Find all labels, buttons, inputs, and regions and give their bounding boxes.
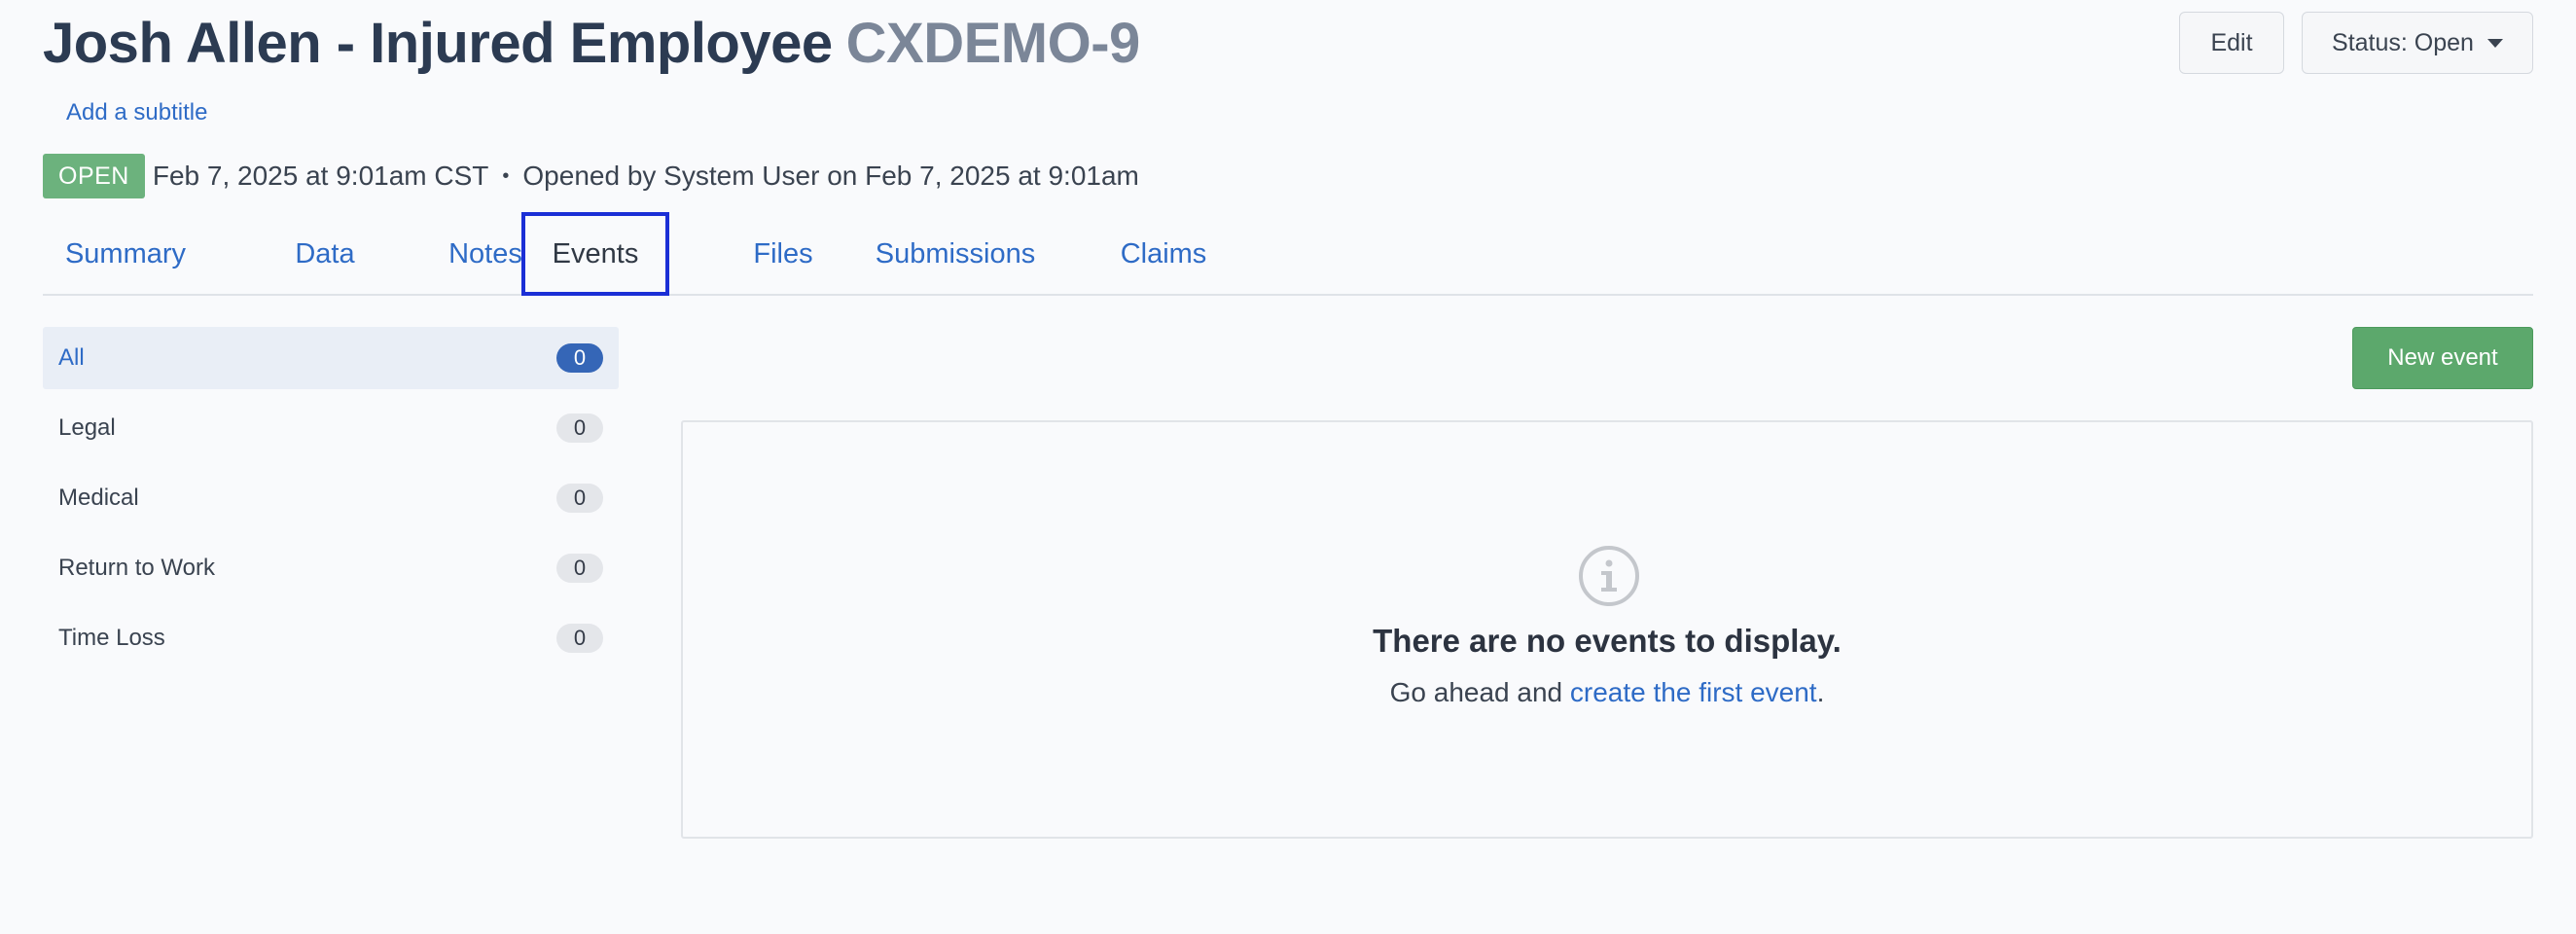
filter-label: All (58, 344, 85, 371)
filter-label: Return to Work (58, 555, 215, 581)
empty-state-prefix: Go ahead and (1389, 677, 1570, 707)
new-event-button-label: New event (2387, 344, 2498, 371)
filter-count: 0 (556, 554, 603, 583)
case-title: Josh Allen - Injured Employee (43, 12, 833, 75)
empty-state-text: Go ahead and create the first event. (683, 677, 2531, 708)
filter-count: 0 (556, 343, 603, 373)
created-timestamp: Feb 7, 2025 at 9:01am CST (152, 161, 489, 191)
case-meta: OPEN Feb 7, 2025 at 9:01am CST • Opened … (43, 154, 1139, 198)
edit-button[interactable]: Edit (2179, 12, 2284, 74)
filter-all[interactable]: All 0 (43, 327, 619, 389)
page-title: Josh Allen - Injured Employee CXDEMO-9 (43, 10, 1140, 78)
empty-state-suffix: . (1816, 677, 1825, 707)
filter-label: Time Loss (58, 625, 165, 651)
case-tabs: Summary Data Notes Events Files Submissi… (43, 212, 2533, 296)
filter-return-to-work[interactable]: Return to Work 0 (43, 537, 619, 599)
tab-summary[interactable]: Summary (43, 212, 208, 296)
new-event-button[interactable]: New event (2352, 327, 2533, 389)
edit-button-label: Edit (2210, 28, 2253, 56)
filter-count: 0 (556, 413, 603, 443)
info-circle-icon (1579, 546, 1639, 606)
opened-by-text: Opened by System User on Feb 7, 2025 at … (522, 161, 1139, 191)
filter-count: 0 (556, 624, 603, 653)
empty-state-panel: There are no events to display. Go ahead… (681, 420, 2533, 839)
caret-down-icon (2487, 38, 2503, 48)
tab-submissions[interactable]: Submissions (842, 212, 1068, 296)
tab-files[interactable]: Files (700, 212, 866, 296)
add-subtitle-link[interactable]: Add a subtitle (66, 97, 207, 128)
empty-state-title: There are no events to display. (1373, 623, 1842, 659)
filter-label: Medical (58, 485, 139, 511)
events-page: Josh Allen - Injured Employee CXDEMO-9 Ad… (0, 0, 2576, 934)
status-dropdown[interactable]: Status: Open (2302, 12, 2533, 74)
filter-label: Legal (58, 414, 116, 441)
filter-legal[interactable]: Legal 0 (43, 397, 619, 459)
filter-time-loss[interactable]: Time Loss 0 (43, 607, 619, 669)
event-filters: All 0 Legal 0 Medical 0 Return to Work 0… (43, 327, 619, 677)
create-first-event-link[interactable]: create the first event (1570, 677, 1817, 707)
filter-count: 0 (556, 484, 603, 513)
tab-data[interactable]: Data (259, 212, 391, 296)
status-dropdown-label: Status: Open (2332, 28, 2474, 56)
tab-claims[interactable]: Claims (1072, 212, 1255, 296)
status-badge: OPEN (43, 154, 145, 198)
tab-events[interactable]: Events (521, 212, 669, 296)
meta-separator: • (502, 164, 510, 187)
filter-medical[interactable]: Medical 0 (43, 467, 619, 529)
case-id: CXDEMO-9 (845, 12, 1141, 75)
